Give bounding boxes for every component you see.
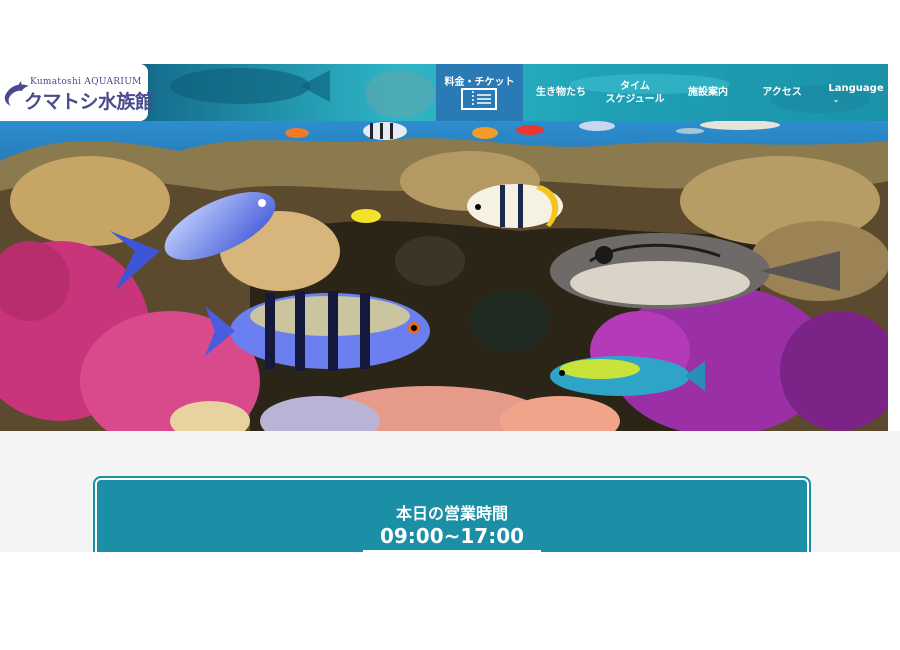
business-hours-title: 本日の営業時間 bbox=[395, 504, 508, 523]
ticket-icon bbox=[461, 88, 497, 110]
nav-language-label: Language bbox=[828, 82, 884, 94]
nav-creatures[interactable]: 生き物たち bbox=[531, 64, 591, 121]
nav-time-schedule-line1: タイム bbox=[620, 80, 650, 92]
nav-time-schedule-line2: スケジュール bbox=[605, 93, 665, 105]
nav-language[interactable]: Language ⌄ bbox=[826, 64, 886, 121]
hero-coral-reef-image bbox=[0, 121, 888, 431]
nav-facility[interactable]: 施設案内 bbox=[682, 64, 734, 121]
chevron-down-icon: ⌄ bbox=[832, 94, 840, 104]
business-hours-time: 09:00~17:00 bbox=[379, 524, 525, 548]
nav-tickets[interactable]: 料金・チケット bbox=[436, 64, 523, 121]
nav-time-schedule[interactable]: タイム スケジュール bbox=[600, 64, 670, 121]
main-content: 本日の営業時間 09:00~17:00 bbox=[0, 431, 900, 570]
coral-reef-illustration bbox=[0, 121, 888, 431]
page-bottom-blank bbox=[0, 552, 900, 650]
main-navigation: 料金・チケット 生き物たち タイム スケジュール 施設案内 アクセス Langu… bbox=[0, 64, 888, 121]
nav-access[interactable]: アクセス bbox=[758, 64, 806, 121]
nav-tickets-label: 料金・チケット bbox=[444, 77, 515, 88]
